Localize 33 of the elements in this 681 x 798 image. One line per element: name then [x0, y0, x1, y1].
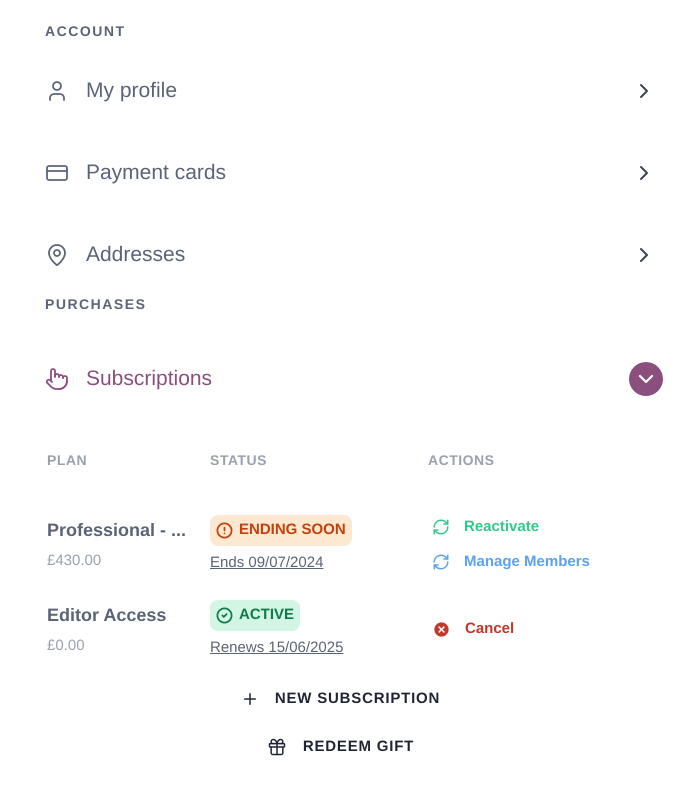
cancel-icon [432, 620, 451, 639]
menu-label: My profile [86, 78, 178, 104]
expand-toggle[interactable] [629, 362, 663, 396]
subscriptions-row[interactable]: Subscriptions [45, 361, 663, 397]
section-heading: ACCOUNT [45, 22, 126, 40]
column-header: PLAN [47, 451, 88, 470]
refresh-icon [432, 552, 450, 571]
menu-label: Payment cards [86, 160, 226, 186]
menu-label: Subscriptions [86, 366, 212, 392]
location-pin-icon [45, 242, 69, 266]
section-heading: PURCHASES [45, 295, 148, 313]
plan-price: £0.00 [47, 636, 86, 656]
check-circle-icon [216, 606, 233, 624]
refresh-icon [432, 518, 450, 536]
menu-row[interactable]: Addresses [45, 236, 656, 273]
action-link[interactable]: Cancel [432, 618, 636, 641]
menu-row[interactable]: My profile [45, 72, 656, 109]
status-badge: ACTIVE [210, 600, 300, 630]
column-header: ACTIONS [428, 451, 496, 470]
plan-name: Editor Access [47, 604, 168, 627]
column-header: STATUS [210, 451, 268, 470]
menu-label: Addresses [86, 242, 186, 268]
new-subscription-button[interactable]: NEW SUBSCRIPTION [240, 685, 440, 713]
gift-icon [266, 737, 287, 757]
redeem-gift-button[interactable]: REDEEM GIFT [266, 733, 414, 761]
status-date-link[interactable]: Ends 09/07/2024 [210, 552, 324, 574]
menu-row[interactable]: Payment cards [45, 154, 656, 191]
plan-price: £430.00 [47, 550, 102, 571]
status-badge: ENDING SOON [210, 515, 352, 546]
hand-pointer-icon [45, 367, 69, 391]
plan-name: Professional - ... [47, 518, 188, 542]
status-date-link[interactable]: Renews 15/06/2025 [210, 636, 344, 659]
alert-circle-icon [216, 522, 233, 539]
